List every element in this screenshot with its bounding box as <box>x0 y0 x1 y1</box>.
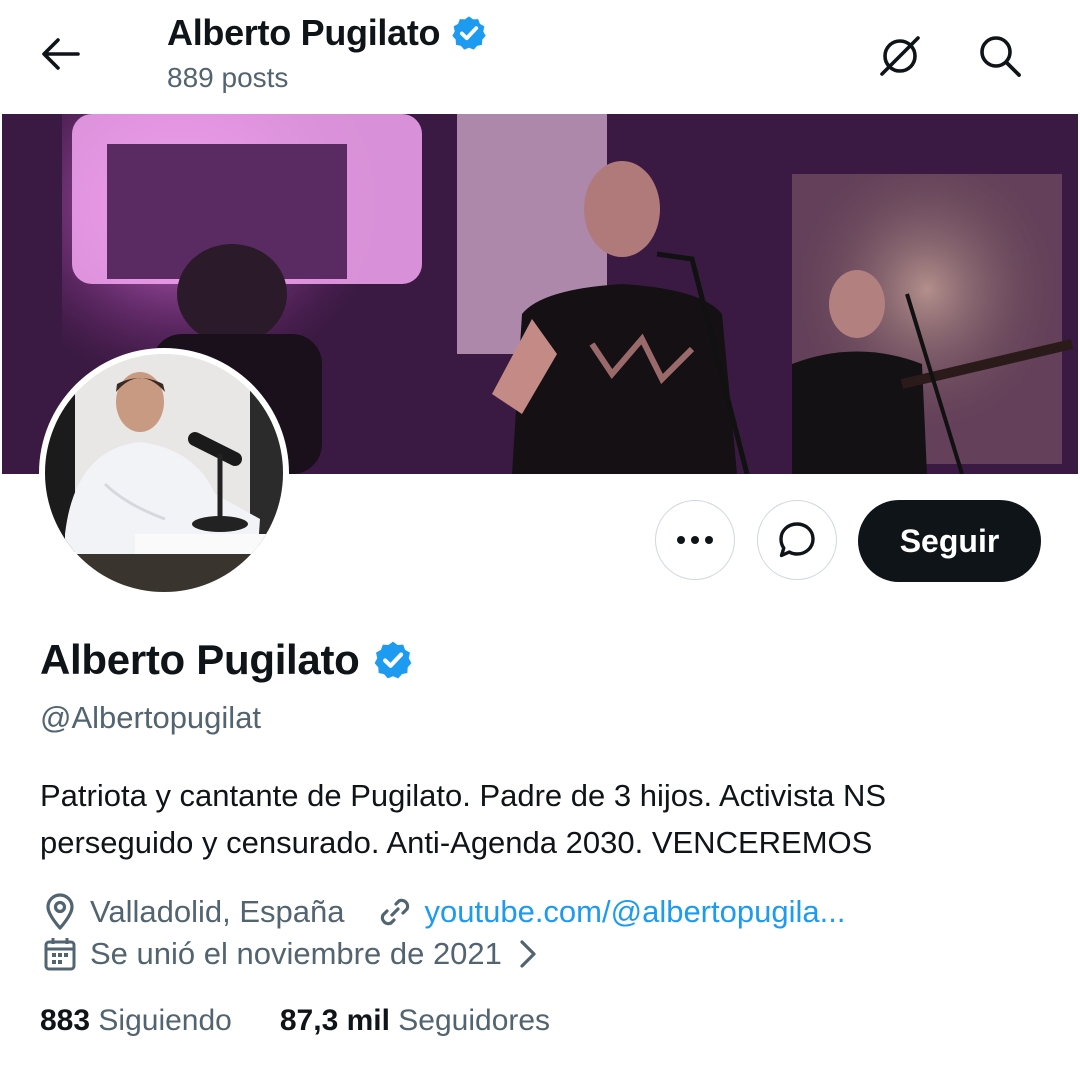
following-count: 883 <box>40 1004 91 1037</box>
message-button[interactable] <box>757 500 837 580</box>
bio-line: Patriota y cantante de Pugilato. Padre d… <box>40 778 887 813</box>
verified-badge-icon <box>452 16 486 50</box>
search-button[interactable] <box>974 30 1026 82</box>
verified-badge-icon[interactable] <box>372 639 414 681</box>
following-stat[interactable]: 883 Siguiendo <box>40 1004 232 1038</box>
profile-bio: Patriota y cantante de Pugilato. Padre d… <box>40 772 1040 866</box>
more-options-button[interactable] <box>655 500 735 580</box>
search-icon <box>980 36 1021 77</box>
translate-off-icon <box>880 36 920 76</box>
followers-stat[interactable]: 87,3 mil Seguidores <box>280 1004 550 1038</box>
link-icon <box>375 892 415 932</box>
followers-label: Seguidores <box>398 1004 551 1037</box>
avatar-image <box>45 354 283 592</box>
avatar[interactable] <box>45 354 283 592</box>
translate-button[interactable] <box>874 30 926 82</box>
top-bar: Alberto Pugilato 889 posts <box>0 0 1080 114</box>
header-title-row: Alberto Pugilato <box>167 12 488 54</box>
calendar-icon <box>40 934 80 974</box>
profile-handle: @Albertopugilat <box>40 700 262 735</box>
bio-line: perseguido y censurado. Anti-Agenda 2030… <box>40 825 873 860</box>
header-title: Alberto Pugilato <box>167 12 441 53</box>
followers-count: 87,3 mil <box>279 1004 390 1037</box>
profile-website-link[interactable]: youtube.com/@albertopugila... <box>425 894 846 930</box>
post-count: 889 posts <box>167 62 289 93</box>
more-icon <box>677 536 713 544</box>
message-icon <box>779 522 815 558</box>
profile-name: Alberto Pugilato <box>40 636 360 683</box>
profile-joined-date: Se unió el noviembre de 2021 <box>90 936 502 971</box>
location-icon <box>40 892 80 932</box>
back-button[interactable] <box>38 34 82 74</box>
follow-button[interactable]: Seguir <box>858 500 1041 582</box>
profile-stats: 883 Siguiendo 87,3 mil Seguidores <box>40 1004 550 1038</box>
profile-location: Valladolid, España <box>90 894 345 929</box>
profile-meta-row: Valladolid, España youtube.com/@albertop… <box>40 890 845 934</box>
following-label: Siguiendo <box>98 1004 232 1037</box>
back-arrow-icon <box>42 38 80 70</box>
profile-joined-row[interactable]: Se unió el noviembre de 2021 <box>40 932 558 976</box>
chevron-right-icon <box>508 934 548 974</box>
avatar-frame[interactable] <box>39 348 289 598</box>
profile-name-row: Alberto Pugilato <box>40 636 414 684</box>
